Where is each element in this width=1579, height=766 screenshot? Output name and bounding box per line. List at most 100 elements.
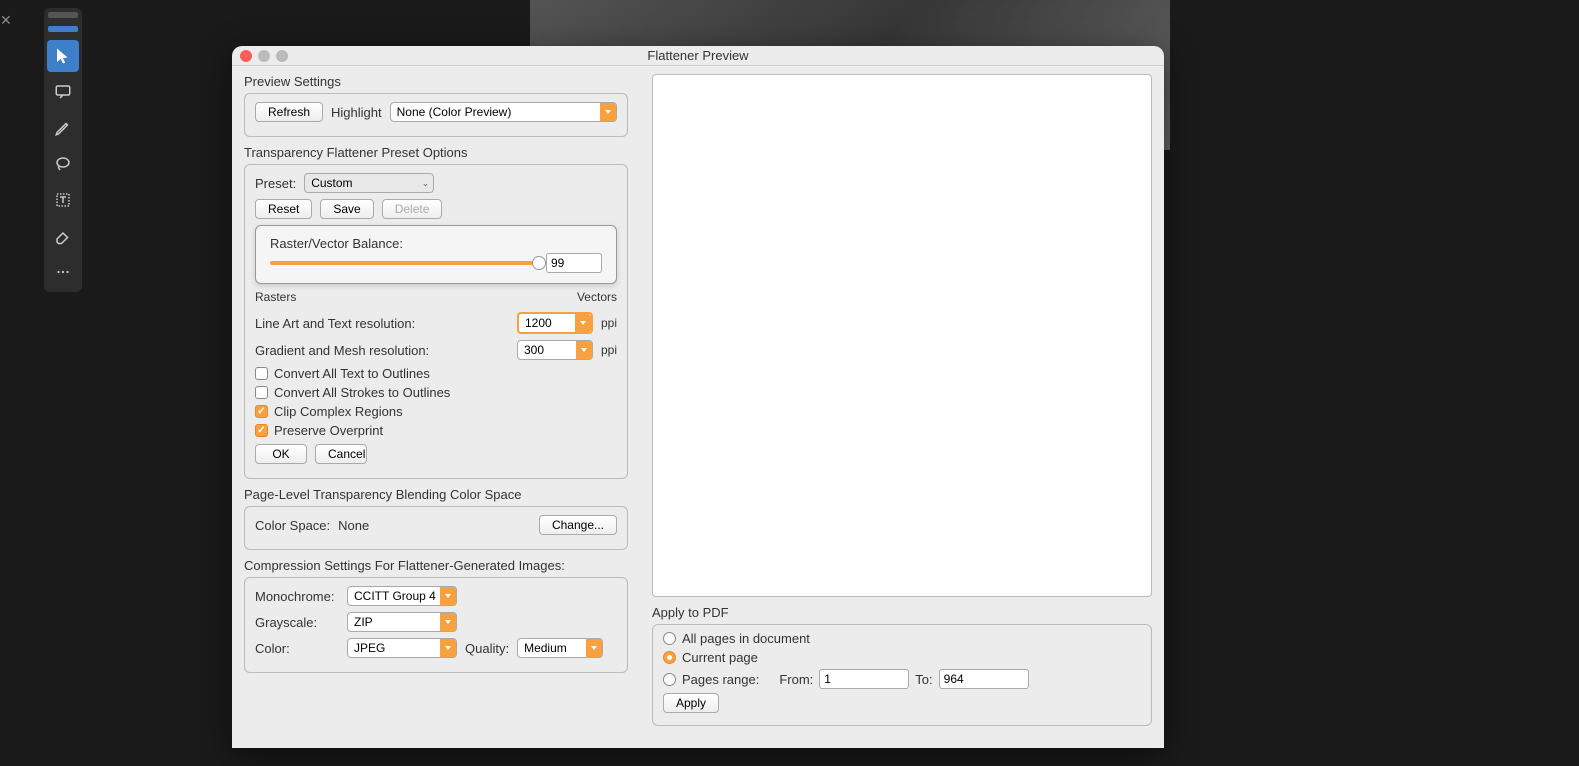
all-pages-radio[interactable]: [663, 632, 676, 645]
monochrome-dropdown[interactable]: CCITT Group 4: [347, 586, 457, 606]
preset-value: Custom: [311, 176, 352, 190]
window-minimize[interactable]: [258, 50, 270, 62]
current-page-radio[interactable]: [663, 651, 676, 664]
transparency-heading: Transparency Flattener Preset Options: [244, 145, 628, 160]
reset-button[interactable]: Reset: [255, 199, 312, 219]
refresh-button[interactable]: Refresh: [255, 102, 323, 122]
ppi-unit: ppi: [601, 316, 617, 330]
convert-strokes-label: Convert All Strokes to Outlines: [274, 385, 450, 400]
cancel-button[interactable]: Cancel: [315, 444, 367, 464]
preview-canvas: [652, 74, 1152, 597]
balance-slider[interactable]: [270, 261, 546, 265]
quality-label: Quality:: [465, 641, 509, 656]
convert-text-checkbox[interactable]: [255, 367, 268, 380]
text-icon: [54, 191, 72, 209]
chevron-down-icon: [440, 613, 456, 631]
vertical-toolbar: [44, 8, 82, 292]
window-close[interactable]: [240, 50, 252, 62]
settings-pane: Preview Settings Refresh Highlight None …: [232, 66, 640, 748]
comment-tool[interactable]: [47, 76, 79, 108]
convert-text-label: Convert All Text to Outlines: [274, 366, 430, 381]
color-space-label: Color Space:: [255, 518, 330, 533]
lasso-icon: [54, 155, 72, 173]
from-input[interactable]: [819, 669, 909, 689]
pencil-tool[interactable]: [47, 112, 79, 144]
line-art-value: 1200: [525, 316, 552, 330]
line-art-label: Line Art and Text resolution:: [255, 316, 509, 331]
highlight-value: None (Color Preview): [397, 105, 512, 119]
page-level-heading: Page-Level Transparency Blending Color S…: [244, 487, 628, 502]
save-button[interactable]: Save: [320, 199, 373, 219]
window-controls: [240, 50, 288, 62]
highlight-label: Highlight: [331, 105, 382, 120]
chevron-down-icon: ⌄: [422, 178, 430, 189]
from-label: From:: [779, 672, 813, 687]
color-label: Color:: [255, 641, 339, 656]
cursor-icon: [54, 47, 72, 65]
dialog-titlebar: Flattener Preview: [232, 46, 1164, 66]
monochrome-value: CCITT Group 4: [354, 589, 436, 603]
ppi-unit: ppi: [601, 343, 617, 357]
color-value: JPEG: [354, 641, 385, 655]
delete-button[interactable]: Delete: [382, 199, 443, 219]
toolbar-tab-active[interactable]: [48, 26, 78, 32]
preview-pane: Apply to PDF All pages in document Curre…: [640, 66, 1164, 748]
more-icon: [54, 263, 72, 281]
ok-button[interactable]: OK: [255, 444, 307, 464]
compression-heading: Compression Settings For Flattener-Gener…: [244, 558, 628, 573]
chevron-down-icon: [600, 103, 616, 121]
color-dropdown[interactable]: JPEG: [347, 638, 457, 658]
pencil-icon: [54, 119, 72, 137]
rasters-label: Rasters: [255, 290, 296, 304]
grayscale-label: Grayscale:: [255, 615, 339, 630]
grayscale-value: ZIP: [354, 615, 373, 629]
pages-range-label: Pages range:: [682, 672, 759, 687]
more-tools[interactable]: [47, 256, 79, 288]
clip-complex-checkbox[interactable]: [255, 405, 268, 418]
chevron-down-icon: [576, 341, 592, 359]
flattener-preview-dialog: Flattener Preview Preview Settings Refre…: [232, 46, 1164, 748]
change-button[interactable]: Change...: [539, 515, 617, 535]
gradient-label: Gradient and Mesh resolution:: [255, 343, 509, 358]
slider-thumb[interactable]: [532, 256, 546, 270]
chevron-down-icon: [586, 639, 602, 657]
eraser-icon: [54, 227, 72, 245]
preview-settings-heading: Preview Settings: [244, 74, 628, 89]
to-input[interactable]: [939, 669, 1029, 689]
comment-icon: [54, 83, 72, 101]
chevron-down-icon: [440, 639, 456, 657]
pages-range-radio[interactable]: [663, 673, 676, 686]
highlight-dropdown[interactable]: None (Color Preview): [390, 102, 617, 122]
line-art-dropdown[interactable]: 1200: [517, 312, 593, 334]
window-maximize[interactable]: [276, 50, 288, 62]
preset-label: Preset:: [255, 176, 296, 191]
color-space-value: None: [338, 518, 369, 533]
all-pages-label: All pages in document: [682, 631, 810, 646]
toolbar-tab[interactable]: [48, 12, 78, 18]
quality-dropdown[interactable]: Medium: [517, 638, 603, 658]
dialog-title: Flattener Preview: [240, 48, 1156, 63]
close-icon[interactable]: ✕: [0, 12, 12, 29]
convert-strokes-checkbox[interactable]: [255, 386, 268, 399]
selection-tool[interactable]: [47, 40, 79, 72]
monochrome-label: Monochrome:: [255, 589, 339, 604]
apply-pdf-heading: Apply to PDF: [652, 605, 1152, 620]
chevron-down-icon: [575, 314, 591, 332]
chevron-down-icon: [440, 587, 456, 605]
apply-button[interactable]: Apply: [663, 693, 719, 713]
balance-label: Raster/Vector Balance:: [270, 236, 602, 251]
text-tool[interactable]: [47, 184, 79, 216]
clip-complex-label: Clip Complex Regions: [274, 404, 403, 419]
eraser-tool[interactable]: [47, 220, 79, 252]
quality-value: Medium: [524, 641, 567, 655]
gradient-dropdown[interactable]: 300: [517, 340, 593, 360]
balance-input[interactable]: [546, 253, 602, 273]
gradient-value: 300: [524, 343, 544, 357]
preserve-overprint-checkbox[interactable]: [255, 424, 268, 437]
to-label: To:: [915, 672, 932, 687]
lasso-tool[interactable]: [47, 148, 79, 180]
vectors-label: Vectors: [577, 290, 617, 304]
preset-dropdown[interactable]: Custom ⌄: [304, 173, 434, 193]
raster-vector-balance-popup: Raster/Vector Balance:: [255, 225, 617, 284]
grayscale-dropdown[interactable]: ZIP: [347, 612, 457, 632]
